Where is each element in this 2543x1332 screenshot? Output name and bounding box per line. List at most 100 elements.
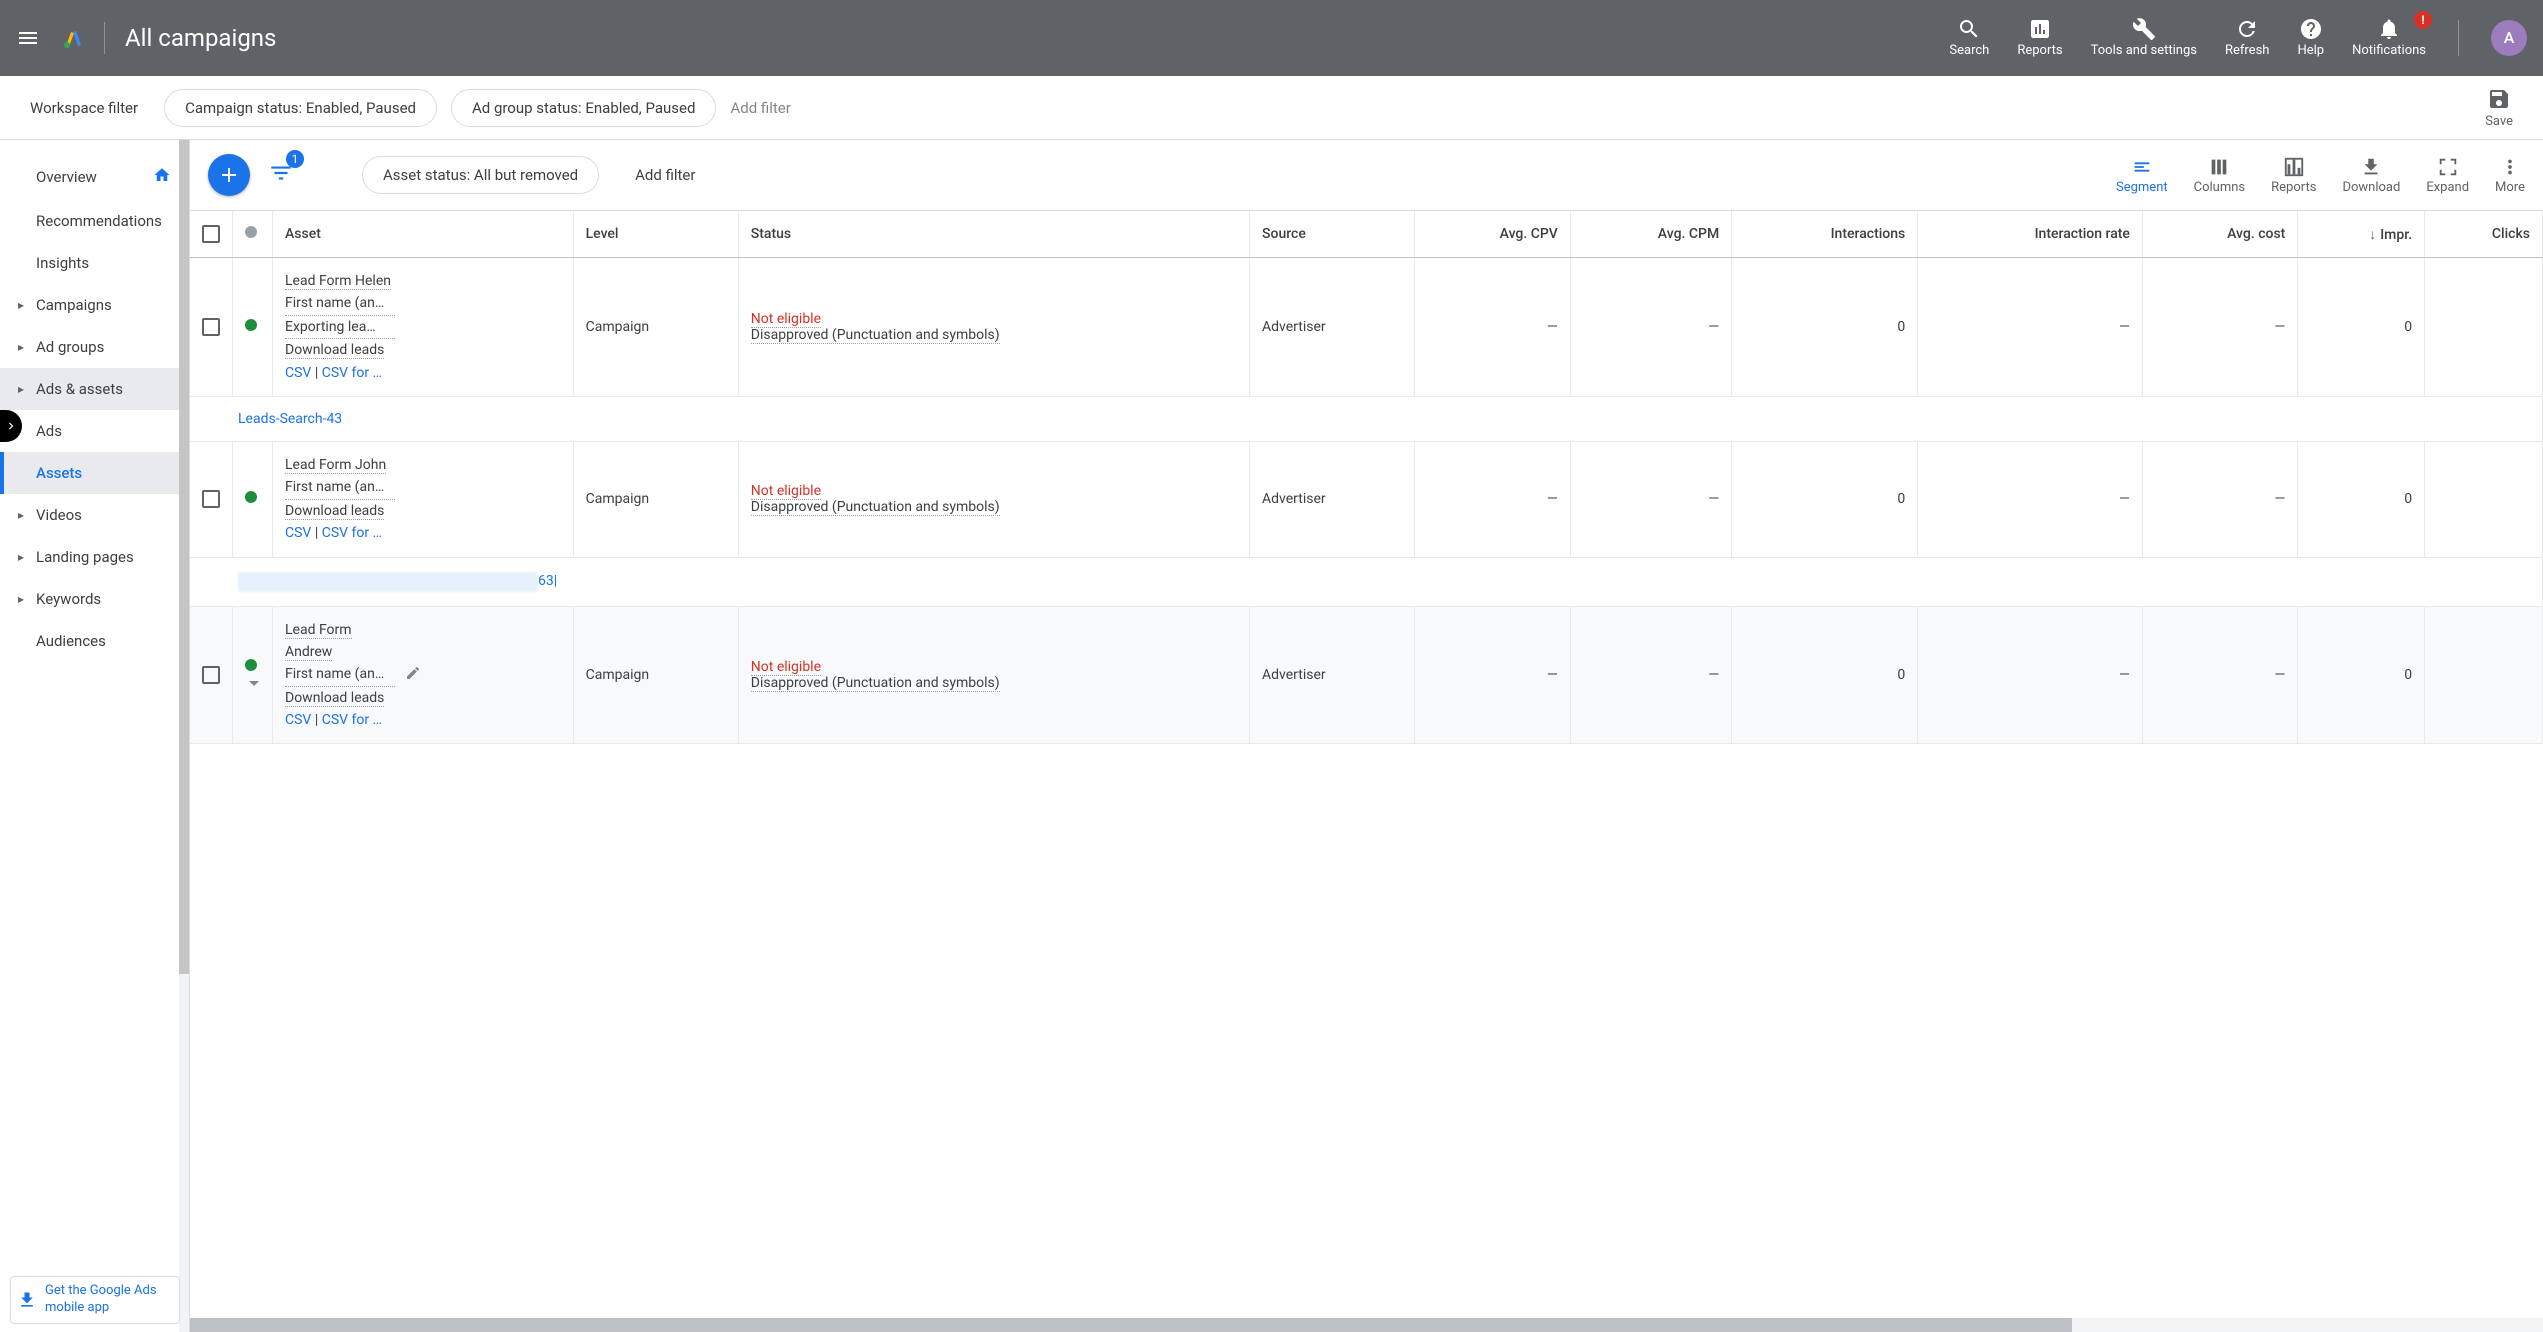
add-button[interactable] [208, 154, 250, 196]
header-divider [104, 22, 105, 54]
table-row[interactable]: Lead Form HelenFirst name (an…Exporting … [190, 258, 2543, 397]
redacted-group-name [238, 572, 538, 592]
sidebar-item-campaigns[interactable]: Campaigns [0, 284, 189, 326]
toolbar-columns[interactable]: Columns [2194, 156, 2246, 195]
header-help[interactable]: Help [2297, 17, 2324, 60]
avg-cpv-cell: — [1415, 606, 1570, 744]
table-row[interactable]: Lead Form JohnFirst name (an…Download le… [190, 441, 2543, 557]
sidebar-item-keywords[interactable]: Keywords [0, 578, 189, 620]
status-dot[interactable] [245, 659, 257, 671]
csv-link[interactable]: CSV [285, 365, 311, 381]
toolbar-reports[interactable]: Reports [2271, 156, 2316, 195]
table-row[interactable]: Lead Form AndrewFirst name (an…Download … [190, 606, 2543, 744]
select-all-checkbox[interactable] [202, 225, 220, 243]
chevron-right-icon [4, 419, 18, 433]
status-cell: Not eligibleDisapproved (Punctuation and… [738, 258, 1249, 397]
header-tools[interactable]: Tools and settings [2091, 17, 2197, 60]
save-button[interactable]: Save [2485, 87, 2513, 129]
sidebar-item-ads-assets[interactable]: Ads & assets [0, 368, 189, 410]
asset-cell: Lead Form JohnFirst name (an…Download le… [285, 454, 395, 545]
col-source[interactable]: Source [1250, 211, 1415, 258]
asset-status-chip[interactable]: Asset status: All but removed [362, 156, 599, 194]
table-container[interactable]: Asset Level Status Source Avg. CPV Avg. … [190, 210, 2543, 1318]
sidebar-item-recommendations[interactable]: Recommendations [0, 200, 189, 242]
col-interaction-rate[interactable]: Interaction rate [1918, 211, 2143, 258]
filter-button[interactable]: 1 [268, 160, 294, 190]
avg-cpm-cell: — [1570, 441, 1731, 557]
app-header: All campaigns Search Reports Tools and s… [0, 0, 2543, 76]
menu-button[interactable] [16, 26, 40, 50]
status-caret-icon[interactable] [249, 681, 259, 686]
header-search[interactable]: Search [1949, 17, 1989, 60]
header-left: All campaigns [16, 22, 276, 54]
edit-icon[interactable] [405, 665, 421, 685]
sidebar-scroll-thumb[interactable] [179, 140, 189, 974]
status-dot[interactable] [245, 491, 257, 503]
workspace-filter-label: Workspace filter [30, 99, 138, 117]
avg-cost-cell: — [2142, 258, 2297, 397]
interaction-rate-cell: — [1918, 606, 2143, 744]
toolbar-expand[interactable]: Expand [2426, 156, 2469, 195]
col-avg-cpm[interactable]: Avg. CPM [1570, 211, 1731, 258]
toolbar-download[interactable]: Download [2342, 156, 2400, 195]
col-interactions[interactable]: Interactions [1732, 211, 1918, 258]
mobile-app-promo[interactable]: Get the Google Ads mobile app [10, 1276, 180, 1324]
sidebar-item-adgroups[interactable]: Ad groups [0, 326, 189, 368]
sidebar-item-landing-pages[interactable]: Landing pages [0, 536, 189, 578]
horizontal-scrollbar[interactable] [190, 1318, 2543, 1332]
avg-cpv-cell: — [1415, 441, 1570, 557]
col-impr[interactable]: ↓Impr. [2298, 211, 2425, 258]
col-avg-cost[interactable]: Avg. cost [2142, 211, 2297, 258]
csv-for-link[interactable]: CSV for … [322, 525, 382, 541]
col-clicks[interactable]: Clicks [2425, 211, 2543, 258]
status-cell: Not eligibleDisapproved (Punctuation and… [738, 441, 1249, 557]
google-ads-logo[interactable] [60, 26, 84, 50]
filter-chip-campaign-status[interactable]: Campaign status: Enabled, Paused [164, 89, 437, 127]
row-checkbox[interactable] [202, 666, 220, 684]
group-link[interactable]: 63| [538, 573, 557, 589]
search-icon [1957, 17, 1981, 41]
status-dot[interactable] [245, 319, 257, 331]
csv-for-link[interactable]: CSV for … [322, 365, 382, 381]
add-filter-link[interactable]: Add filter [730, 99, 790, 117]
toolbar-segment[interactable]: Segment [2116, 156, 2168, 195]
status-cell: Not eligibleDisapproved (Punctuation and… [738, 606, 1249, 744]
toolbar-more[interactable]: More [2495, 156, 2525, 195]
toolbar-add-filter[interactable]: Add filter [635, 166, 695, 184]
sidebar-item-insights[interactable]: Insights [0, 242, 189, 284]
interactions-cell: 0 [1732, 606, 1918, 744]
clicks-cell [2425, 441, 2543, 557]
avg-cpm-cell: — [1570, 606, 1731, 744]
source-cell: Advertiser [1250, 441, 1415, 557]
page-title: All campaigns [125, 24, 276, 52]
col-status[interactable]: Status [738, 211, 1249, 258]
sidebar-scrollbar[interactable] [179, 140, 189, 1332]
sidebar-item-assets[interactable]: Assets [0, 452, 189, 494]
download-icon [17, 1290, 37, 1310]
header-refresh[interactable]: Refresh [2225, 17, 2269, 60]
avg-cost-cell: — [2142, 606, 2297, 744]
csv-link[interactable]: CSV [285, 525, 311, 541]
hamburger-icon [16, 26, 40, 50]
header-notifications[interactable]: ! Notifications [2352, 17, 2426, 60]
user-avatar[interactable]: A [2491, 20, 2527, 56]
col-avg-cpv[interactable]: Avg. CPV [1415, 211, 1570, 258]
header-reports[interactable]: Reports [2017, 17, 2062, 60]
row-checkbox[interactable] [202, 318, 220, 336]
csv-for-link[interactable]: CSV for … [322, 712, 382, 728]
csv-link[interactable]: CSV [285, 712, 311, 728]
sidebar-item-overview[interactable]: Overview [0, 154, 189, 200]
sidebar-item-audiences[interactable]: Audiences [0, 620, 189, 662]
sidebar-item-videos[interactable]: Videos [0, 494, 189, 536]
hscroll-thumb[interactable] [190, 1318, 2072, 1332]
expand-icon [2437, 156, 2459, 178]
impr-cell: 0 [2298, 258, 2425, 397]
interaction-rate-cell: — [1918, 441, 2143, 557]
row-checkbox[interactable] [202, 490, 220, 508]
col-asset[interactable]: Asset [273, 211, 574, 258]
status-header-dot[interactable] [245, 226, 257, 238]
col-level[interactable]: Level [573, 211, 738, 258]
group-link[interactable]: Leads-Search-43 [238, 411, 342, 427]
sidebar-item-ads[interactable]: Ads [0, 410, 189, 452]
filter-chip-adgroup-status[interactable]: Ad group status: Enabled, Paused [451, 89, 716, 127]
